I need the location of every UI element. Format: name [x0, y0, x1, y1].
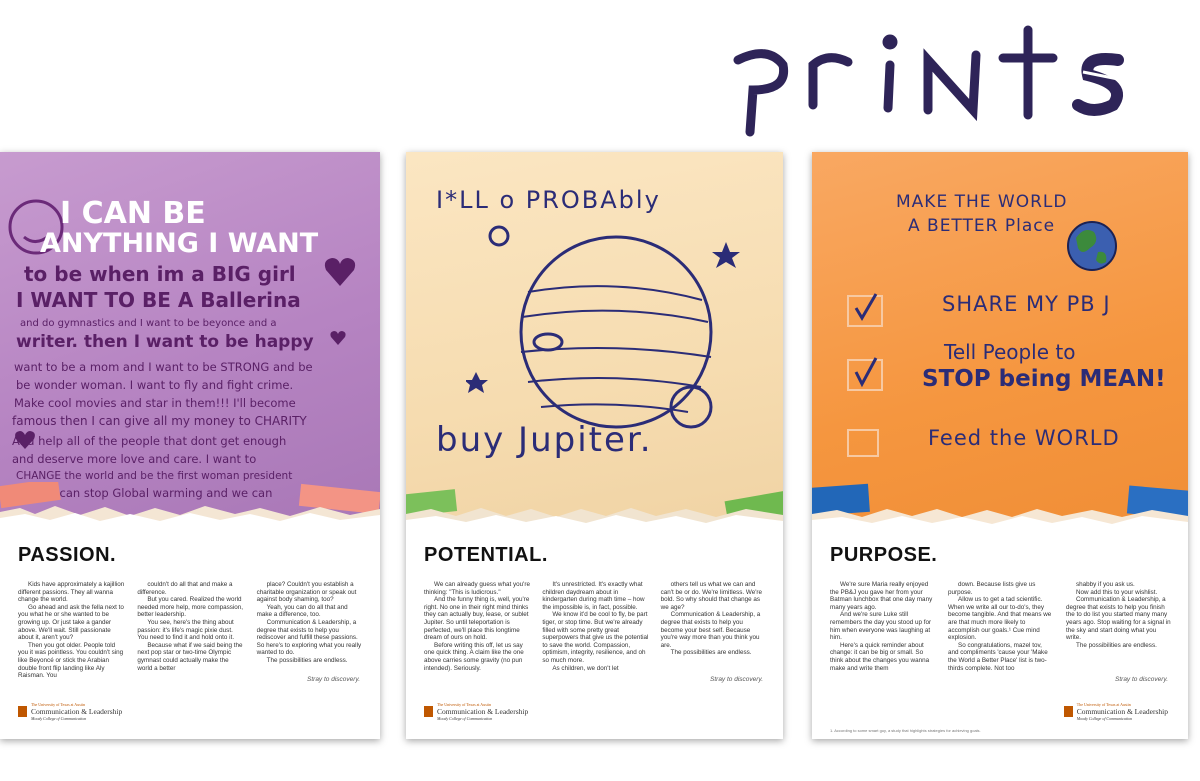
- heart-doodle: [15, 431, 35, 449]
- art-line: And help all of the people that dont get…: [12, 434, 287, 448]
- art-line: writer. then I want to be happy: [16, 332, 314, 352]
- art-line: and do gymnastics and I want to be beyon…: [20, 318, 277, 329]
- jupiter-drawing: [466, 225, 740, 429]
- poster-potential: I*LL o PROBAbly buy Jupiter. POTENTIAL.: [406, 152, 783, 739]
- art-line: CHANGE the world and be the first woman …: [16, 470, 293, 482]
- poster-heading: PURPOSE.: [830, 544, 938, 566]
- art-line: I*LL o PROBAbly: [436, 186, 661, 214]
- art-line: A BETTER Place: [908, 216, 1056, 236]
- poster-art-purpose: MAKE THE WORLD A BETTER Place SHARE MY P…: [812, 152, 1188, 530]
- text-column: down. Because lists give us purpose. All…: [948, 581, 1052, 672]
- poster-heading: POTENTIAL.: [424, 544, 548, 566]
- ut-seal-icon: [18, 706, 27, 717]
- text-column: It's unrestricted. It's exactly what chi…: [542, 581, 649, 672]
- text-column: others tell us what we can and can't be …: [660, 581, 763, 657]
- ut-logo: The University of Texas at Austin Commun…: [1063, 702, 1168, 721]
- checkbox-column: [847, 293, 883, 457]
- ut-logo: The University of Texas at Austin Commun…: [424, 702, 528, 721]
- art-line: ANYTHING I WANT: [40, 228, 319, 259]
- text-column: shabby if you ask us. Now add this to yo…: [1066, 581, 1171, 649]
- signoff: Stray to discovery.: [1115, 676, 1168, 683]
- art-line: Tell People to: [944, 340, 1076, 364]
- text-column: We can already guess what you're thinkin…: [424, 581, 530, 672]
- art-line: STOP being MEAN!: [922, 366, 1166, 392]
- ut-logo: The University of Texas at Austin Commun…: [18, 702, 122, 721]
- text-column: Kids have approximately a kajillion diff…: [18, 581, 125, 680]
- art-line: buy Jupiter.: [436, 420, 653, 460]
- prints-title-lettering: [733, 25, 1124, 137]
- poster-purpose: MAKE THE WORLD A BETTER Place SHARE MY P…: [812, 152, 1188, 739]
- art-line: to be when im a BIG girl: [24, 262, 296, 286]
- art-line: Make cool movies and star in them!!! I'l…: [14, 396, 296, 410]
- poster-art-passion: I CAN BE ANYTHING I WANT to be when im a…: [0, 152, 380, 530]
- poster-art-potential: I*LL o PROBAbly buy Jupiter.: [406, 152, 783, 530]
- art-line: want to be a mom and I want to be STRONG…: [14, 360, 313, 374]
- poster-heading: PASSION.: [18, 544, 117, 566]
- text-column: place? Couldn't you establish a charitab…: [256, 581, 362, 664]
- art-line: be wonder woman. I want to fly and fight…: [16, 378, 294, 392]
- ut-seal-icon: [1063, 706, 1073, 717]
- art-line: MAKE THE WORLD: [896, 192, 1068, 212]
- torn-paper-edge: [0, 482, 380, 542]
- heart-doodle: [330, 331, 346, 345]
- torn-paper-edge: [812, 483, 1188, 542]
- signoff: Stray to discovery.: [307, 676, 360, 683]
- ut-seal-icon: [424, 706, 433, 717]
- art-line: famous then I can give all my money to C…: [12, 414, 307, 428]
- heart-doodle: [324, 258, 356, 286]
- art-line: SHARE MY PB J: [942, 292, 1111, 316]
- text-column: We're sure Maria really enjoyed the PB&J…: [830, 581, 933, 672]
- earth-doodle: [1067, 221, 1117, 271]
- art-line: Feed the WORLD: [928, 426, 1120, 450]
- torn-paper-edge: [406, 489, 783, 542]
- poster-passion: I CAN BE ANYTHING I WANT to be when im a…: [0, 152, 380, 739]
- footnote: 1. According to some smart guy, a study …: [830, 728, 981, 733]
- art-line: I WANT TO BE A Ballerina: [16, 288, 301, 312]
- art-line: I CAN BE: [60, 196, 206, 231]
- text-column: couldn't do all that and make a differen…: [137, 581, 244, 672]
- signoff: Stray to discovery.: [710, 676, 763, 683]
- art-line: and deserve more love and care. I want t…: [12, 452, 257, 466]
